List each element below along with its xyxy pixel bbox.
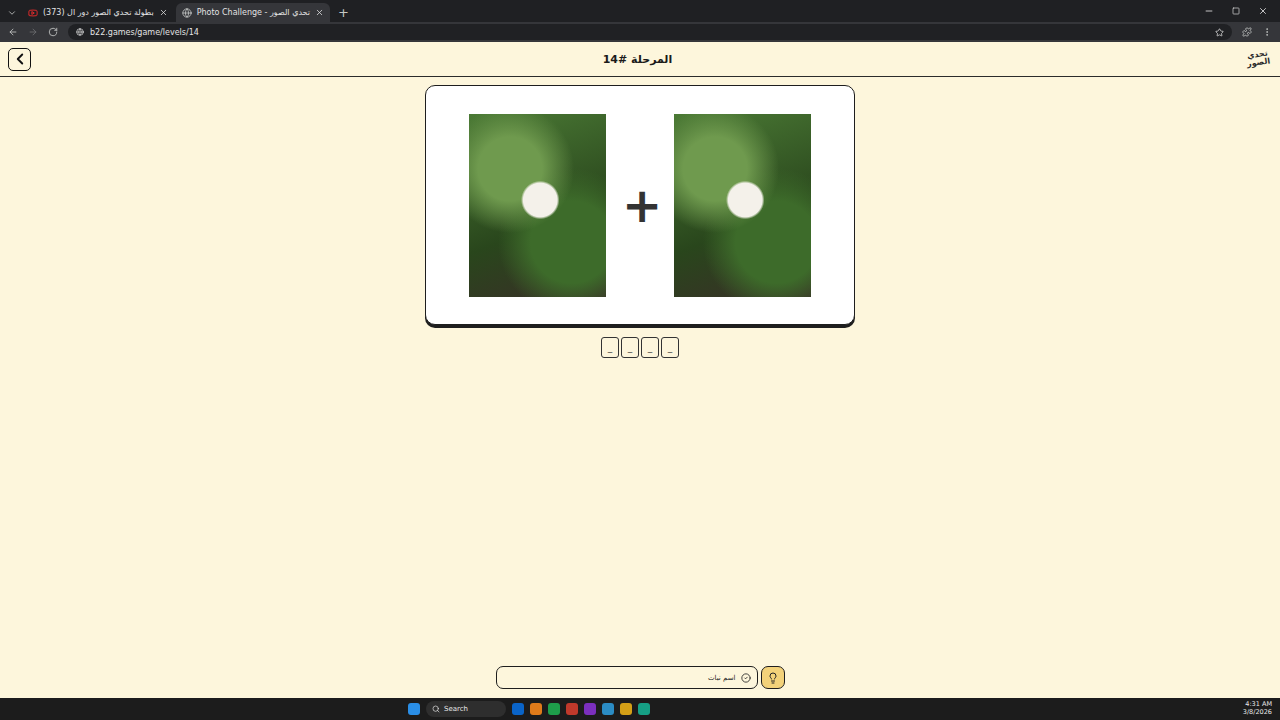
puzzle-photo xyxy=(469,114,606,297)
taskbar: Search 4:31 AM3/8/2026 xyxy=(0,698,1280,720)
app-icon[interactable] xyxy=(548,703,560,715)
close-icon[interactable] xyxy=(315,8,324,17)
address-bar[interactable]: b22.games/game/levels/14 xyxy=(68,24,1232,40)
tab-label: (373) بطولة تحدي الصور دور ال xyxy=(43,8,154,17)
minimize-icon[interactable] xyxy=(1204,6,1214,16)
app-icon[interactable] xyxy=(638,703,650,715)
back-icon[interactable] xyxy=(8,27,18,37)
tab-label: Photo Challenge - تحدي الصور xyxy=(197,8,310,17)
browser-tab[interactable]: Photo Challenge - تحدي الصور xyxy=(176,3,330,22)
answer-slot[interactable]: _ xyxy=(601,337,619,358)
close-icon[interactable] xyxy=(159,8,168,17)
hint-text: اسم نبات xyxy=(708,674,735,682)
app-icon[interactable] xyxy=(530,703,542,715)
operator: + xyxy=(622,181,658,229)
app-icon[interactable] xyxy=(566,703,578,715)
extensions-icon[interactable] xyxy=(1242,27,1252,37)
hint-row: اسم نبات xyxy=(496,666,785,689)
screen: (373) بطولة تحدي الصور دور ال Photo Chall… xyxy=(0,0,1280,720)
game-header: المرحلة #14 تحدي الصور xyxy=(0,42,1280,77)
puzzle-photo xyxy=(674,114,811,297)
puzzle-card: + xyxy=(425,85,855,325)
check-icon xyxy=(741,673,751,683)
site-icon xyxy=(182,8,192,18)
site-info-icon[interactable] xyxy=(76,28,84,36)
hint-field: اسم نبات xyxy=(496,666,758,689)
date: 3/8/2026 xyxy=(1243,709,1272,717)
forward-icon[interactable] xyxy=(28,27,38,37)
answer-slots: ____ xyxy=(601,337,679,358)
menu-icon[interactable] xyxy=(1262,27,1272,37)
answer-slot[interactable]: _ xyxy=(641,337,659,358)
clock[interactable]: 4:31 AM3/8/2026 xyxy=(1243,701,1272,717)
chevron-down-icon xyxy=(7,8,17,18)
time: 4:31 AM xyxy=(1245,701,1272,709)
youtube-icon xyxy=(28,8,38,18)
level-title: المرحلة #14 xyxy=(603,53,673,66)
address-row: b22.games/game/levels/14 xyxy=(0,22,1280,42)
app-icon[interactable] xyxy=(584,703,596,715)
window-controls xyxy=(1192,0,1280,22)
browser-tab[interactable]: (373) بطولة تحدي الصور دور ال xyxy=(22,3,174,22)
taskbar-search[interactable]: Search xyxy=(426,701,506,717)
maximize-icon[interactable] xyxy=(1232,7,1240,15)
tab-strip: (373) بطولة تحدي الصور دور ال Photo Chall… xyxy=(0,0,1280,22)
reload-icon[interactable] xyxy=(48,27,58,37)
game-area: +____اسم نبات xyxy=(0,77,1280,698)
logo[interactable]: تحدي الصور xyxy=(1243,49,1273,69)
taskbar-apps: Search xyxy=(408,701,650,717)
app-icon[interactable] xyxy=(602,703,614,715)
start-icon[interactable] xyxy=(408,703,420,715)
search-icon xyxy=(432,705,440,713)
tab-search-button[interactable] xyxy=(4,4,20,22)
hint-button[interactable] xyxy=(761,666,785,689)
address-text: b22.games/game/levels/14 xyxy=(90,28,199,37)
app-icon[interactable] xyxy=(512,703,524,715)
app-icon[interactable] xyxy=(620,703,632,715)
chevron-left-icon xyxy=(11,50,29,68)
lightbulb-icon xyxy=(767,672,779,684)
answer-slot[interactable]: _ xyxy=(661,337,679,358)
back-button[interactable] xyxy=(8,48,31,71)
new-tab-button[interactable]: + xyxy=(332,5,355,22)
close-window-icon[interactable] xyxy=(1258,6,1268,16)
answer-slot[interactable]: _ xyxy=(621,337,639,358)
bookmark-icon[interactable] xyxy=(1215,28,1224,37)
